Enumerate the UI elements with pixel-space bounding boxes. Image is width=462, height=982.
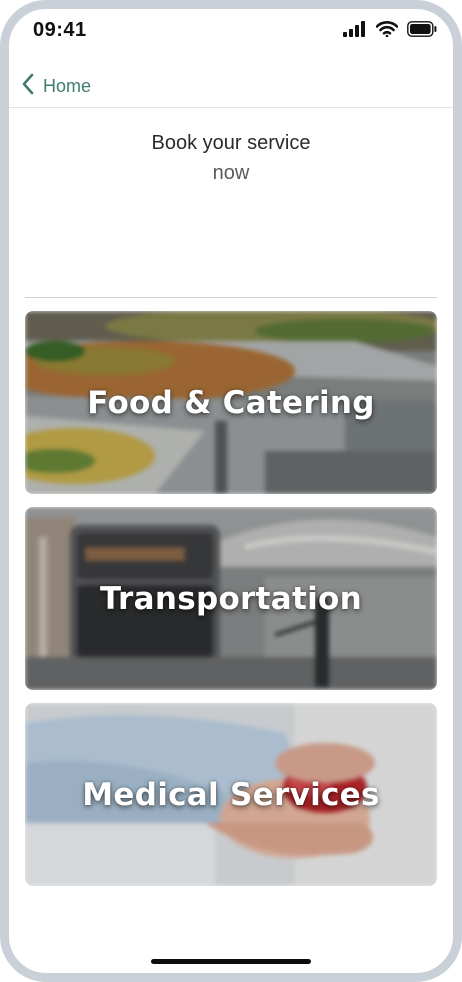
- service-card-label: Food & Catering: [87, 384, 375, 421]
- battery-icon: [407, 21, 437, 42]
- chevron-left-icon: [21, 73, 35, 100]
- page-heading: Book your service now: [9, 129, 453, 189]
- service-card-medical[interactable]: Medical Services: [25, 703, 437, 886]
- heading-line-2: now: [212, 162, 250, 184]
- back-button[interactable]: Home: [21, 71, 91, 101]
- home-indicator: [151, 959, 311, 964]
- wifi-icon: [375, 21, 399, 42]
- cellular-signal-icon: [343, 21, 367, 42]
- status-bar: 09:41: [9, 9, 453, 61]
- status-time: 09:41: [33, 19, 87, 41]
- heading-line-1: Book your service: [151, 132, 311, 154]
- phone-frame: 09:41 Home Book your service now Food & …: [0, 0, 462, 982]
- nav-bar: Home: [9, 65, 453, 108]
- service-card-transportation[interactable]: Transportation: [25, 507, 437, 690]
- back-label: Home: [43, 75, 92, 96]
- status-icons: [343, 21, 437, 42]
- service-card-label: Transportation: [100, 580, 362, 617]
- divider: [25, 297, 437, 298]
- service-card-label: Medical Services: [82, 776, 380, 813]
- service-card-food-catering[interactable]: Food & Catering: [25, 311, 437, 494]
